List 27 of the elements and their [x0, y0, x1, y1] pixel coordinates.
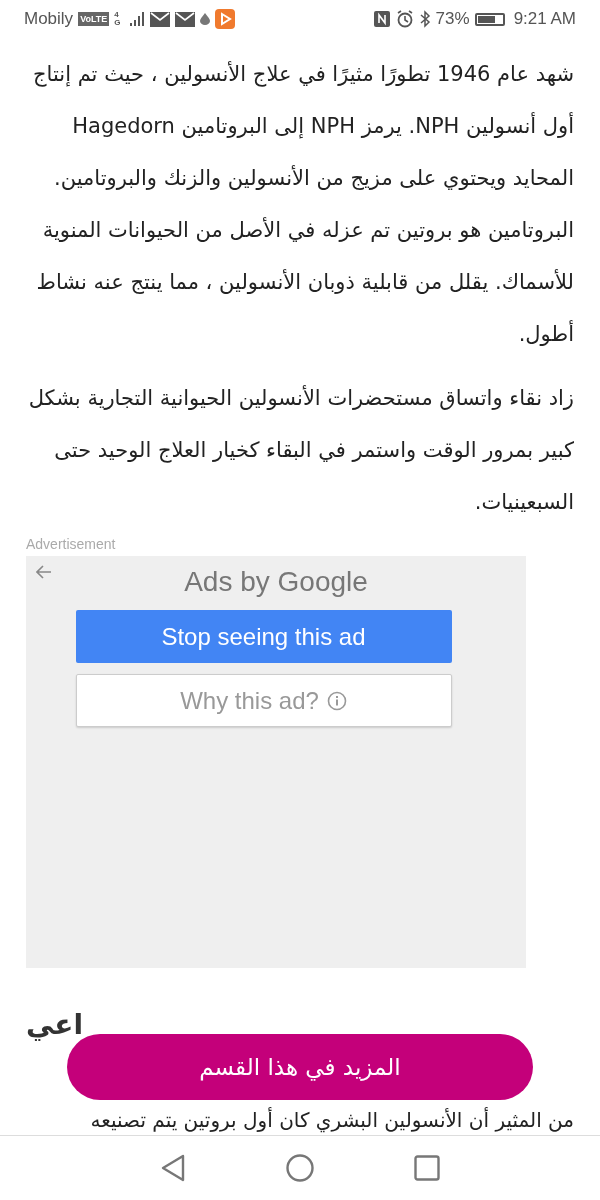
back-icon[interactable] [160, 1154, 186, 1182]
recents-icon[interactable] [414, 1155, 440, 1181]
article-paragraph: شهد عام 1946 تطورًا مثيرًا في علاج الأنسولين ، حيث تم إنتاج أول أنسولين NPH. يرمز NPH إلى البروتامين Hagedorn المحايد ويحتوي على مزيج من الأنسولين والزنك والبروتامين. البروتامين هو بروتين تم عزله في الأصل من الحيوانات المنوية للأسماك. يقلل من قابلية ذوبان الأنسولين ، مما ينتج عنه نشاط أطول. [32, 60, 574, 348]
mail-icon [150, 11, 171, 27]
network-type: 4G [114, 11, 122, 27]
play-app-icon [215, 9, 236, 29]
ad-label: Advertisement [26, 536, 117, 552]
nfc-icon [372, 10, 391, 28]
clock: 9:21 AM [513, 9, 576, 29]
carrier-name: Mobily [24, 9, 74, 29]
why-this-ad-button[interactable]: Why this ad? [75, 674, 452, 727]
battery-icon [474, 12, 505, 26]
more-in-section-button[interactable]: المزيد في هذا القسم [67, 1034, 533, 1100]
home-icon[interactable] [286, 1154, 314, 1182]
article-paragraph: من المثير أن الأنسولين البشري كان أول بروتين يتم تصنيعه [89, 1106, 574, 1135]
mail-icon [175, 11, 196, 27]
bluetooth-icon [418, 10, 431, 28]
stop-seeing-ad-button[interactable]: Stop seeing this ad [75, 610, 452, 663]
volte-badge: VoLTE [78, 12, 110, 26]
info-icon [326, 690, 347, 711]
signal-icon [129, 11, 146, 27]
battery-percent: 73% [435, 9, 470, 29]
drop-icon [200, 13, 211, 25]
article-paragraph: زاد نقاء واتساق مستحضرات الأنسولين الحيوانية التجارية بشكل كبير بمرور الوقت واستمر في البقاء كخيار العلاج الوحيد حتى السبعينيات. [27, 384, 574, 516]
alarm-icon [395, 10, 414, 28]
back-arrow-icon[interactable] [36, 565, 52, 579]
ads-by-google-text: Ads by Google [184, 566, 368, 597]
